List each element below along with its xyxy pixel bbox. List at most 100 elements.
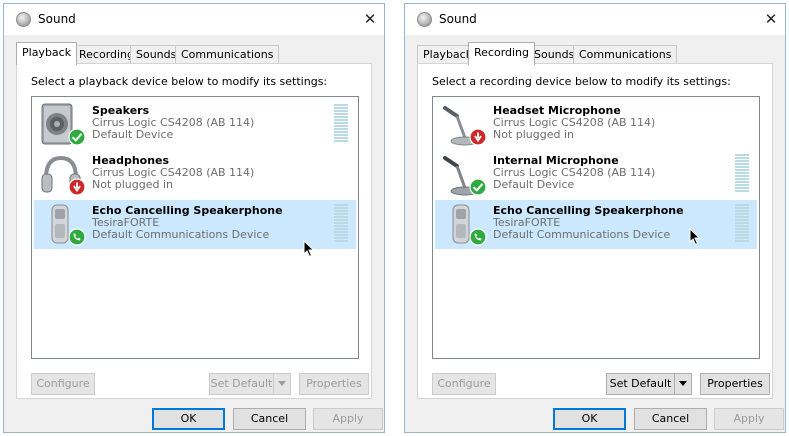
meter-segment [334, 137, 348, 139]
meter-segment [334, 125, 348, 127]
green-check-badge [469, 178, 487, 196]
meter-segment [334, 222, 348, 224]
device-item-speakers[interactable]: Speakers Cirrus Logic CS4208 (AB 114) De… [34, 100, 356, 149]
device-text: Headset Microphone Cirrus Logic CS4208 (… [493, 105, 655, 141]
meter-segment [735, 154, 749, 156]
meter-segment [735, 210, 749, 212]
level-meter [334, 204, 348, 244]
device-item-internal-microphone[interactable]: Internal Microphone Cirrus Logic CS4208 … [435, 150, 757, 199]
instruction-text: Select a recording device below to modif… [432, 75, 731, 88]
meter-segment [735, 237, 749, 239]
close-button[interactable]: ✕ [356, 4, 384, 35]
configure-button[interactable]: Configure [432, 373, 496, 395]
device-status: Not plugged in [493, 128, 575, 141]
tab-communications[interactable]: Communications [175, 45, 280, 64]
meter-segment [334, 210, 348, 212]
sound-dialog-recording: Sound ✕ Playback Recording Sounds Commun… [404, 3, 786, 433]
meter-segment [735, 163, 749, 165]
device-status: Default Device [493, 178, 575, 191]
level-meter [735, 154, 749, 194]
device-status: Default Communications Device [92, 228, 270, 241]
set-default-label: Set Default [210, 377, 273, 390]
device-text: Echo Cancelling Speakerphone TesiraFORTE… [493, 205, 684, 241]
meter-segment [334, 140, 348, 142]
dropdown-arrow-icon[interactable] [674, 374, 691, 394]
set-default-split-button[interactable]: Set Default [209, 373, 291, 395]
meter-segment [735, 184, 749, 186]
green-phone-badge [68, 228, 86, 246]
meter-segment [334, 204, 348, 206]
red-unplugged-badge [469, 128, 487, 146]
apply-button[interactable]: Apply [714, 408, 784, 430]
window-title: Sound [439, 12, 477, 26]
device-text: Headphones Cirrus Logic CS4208 (AB 114) … [92, 155, 254, 191]
apply-button[interactable]: Apply [313, 408, 383, 430]
dropdown-arrow-icon[interactable] [273, 374, 290, 394]
device-list: Headset Microphone Cirrus Logic CS4208 (… [432, 96, 760, 359]
meter-segment [735, 240, 749, 242]
device-list: Speakers Cirrus Logic CS4208 (AB 114) De… [31, 96, 359, 359]
device-status: Default Communications Device [493, 228, 671, 241]
tab-recording[interactable]: Recording [468, 42, 536, 65]
meter-segment [334, 231, 348, 233]
meter-segment [735, 169, 749, 171]
meter-segment [334, 119, 348, 121]
green-phone-badge [469, 228, 487, 246]
window-title: Sound [38, 12, 76, 26]
cancel-button[interactable]: Cancel [233, 408, 306, 430]
tab-panel: Select a recording device below to modif… [417, 63, 773, 399]
properties-button[interactable]: Properties [299, 373, 369, 395]
meter-segment [334, 107, 348, 109]
meter-segment [735, 172, 749, 174]
meter-segment [334, 134, 348, 136]
meter-segment [334, 237, 348, 239]
title-bar: Sound ✕ [405, 4, 785, 35]
meter-segment [735, 175, 749, 177]
meter-segment [334, 122, 348, 124]
meter-segment [735, 181, 749, 183]
device-text: Internal Microphone Cirrus Logic CS4208 … [493, 155, 655, 191]
sound-app-icon [417, 12, 432, 27]
meter-segment [735, 219, 749, 221]
meter-segment [334, 225, 348, 227]
ok-button[interactable]: OK [553, 408, 626, 430]
meter-segment [735, 234, 749, 236]
meter-segment [735, 204, 749, 206]
tab-panel: Select a playback device below to modify… [16, 63, 372, 399]
meter-segment [334, 131, 348, 133]
meter-segment [334, 104, 348, 106]
set-default-split-button[interactable]: Set Default [606, 373, 692, 395]
device-status: Not plugged in [92, 178, 174, 191]
device-item-headset-microphone[interactable]: Headset Microphone Cirrus Logic CS4208 (… [435, 100, 757, 149]
meter-segment [735, 222, 749, 224]
cancel-button[interactable]: Cancel [634, 408, 707, 430]
meter-segment [735, 231, 749, 233]
meter-segment [735, 166, 749, 168]
meter-segment [735, 187, 749, 189]
close-button[interactable]: ✕ [757, 4, 785, 35]
properties-button[interactable]: Properties [700, 373, 770, 395]
meter-segment [334, 116, 348, 118]
title-bar: Sound ✕ [4, 4, 384, 35]
tab-playback[interactable]: Playback [16, 42, 78, 65]
level-meter [735, 204, 749, 244]
meter-segment [735, 207, 749, 209]
sound-app-icon [16, 12, 31, 27]
meter-segment [334, 228, 348, 230]
meter-segment [334, 207, 348, 209]
device-text: Speakers Cirrus Logic CS4208 (AB 114) De… [92, 105, 254, 141]
ok-button[interactable]: OK [152, 408, 225, 430]
meter-segment [334, 219, 348, 221]
device-status: Default Device [92, 128, 174, 141]
device-item-headphones[interactable]: Headphones Cirrus Logic CS4208 (AB 114) … [34, 150, 356, 199]
meter-segment [735, 228, 749, 230]
configure-button[interactable]: Configure [31, 373, 95, 395]
set-default-label: Set Default [609, 377, 672, 390]
tab-communications[interactable]: Communications [573, 45, 678, 64]
device-item-echo-speakerphone[interactable]: Echo Cancelling Speakerphone TesiraFORTE… [435, 200, 757, 249]
meter-segment [334, 113, 348, 115]
meter-segment [735, 190, 749, 192]
device-text: Echo Cancelling Speakerphone TesiraFORTE… [92, 205, 283, 241]
meter-segment [334, 213, 348, 215]
meter-segment [334, 110, 348, 112]
